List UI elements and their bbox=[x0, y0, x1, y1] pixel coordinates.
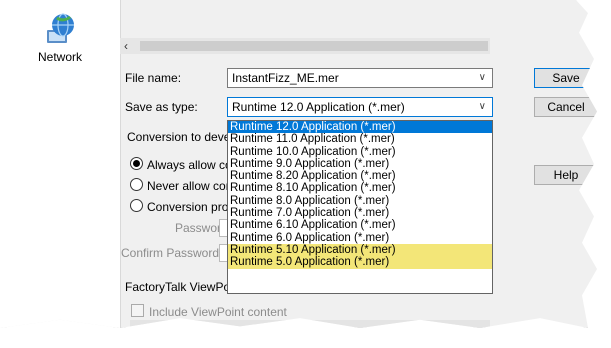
include-viewpoint-label: Include ViewPoint content bbox=[149, 305, 287, 319]
cancel-button[interactable]: Cancel bbox=[534, 97, 597, 117]
dropdown-option[interactable]: Runtime 6.0 Application (*.mer) bbox=[228, 232, 492, 244]
dropdown-option[interactable]: Runtime 8.10 Application (*.mer) bbox=[228, 182, 492, 194]
file-name-label: File name: bbox=[125, 71, 182, 85]
dropdown-option[interactable]: Runtime 5.0 Application (*.mer) bbox=[228, 256, 492, 269]
list-area bbox=[130, 320, 490, 328]
chevron-down-icon[interactable]: ∨ bbox=[479, 101, 486, 112]
confirm-password-label: Confirm Password: bbox=[121, 246, 223, 260]
dropdown-option[interactable]: Runtime 7.0 Application (*.mer) bbox=[228, 207, 492, 219]
dropdown-option[interactable]: Runtime 11.0 Application (*.mer) bbox=[228, 133, 492, 145]
radio-conversion-protected[interactable]: Conversion prot bbox=[130, 199, 232, 214]
save-button[interactable]: Save bbox=[534, 68, 597, 88]
scroll-thumb[interactable] bbox=[140, 41, 488, 51]
dropdown-option[interactable]: Runtime 8.20 Application (*.mer) bbox=[228, 170, 492, 182]
dropdown-option[interactable]: Runtime 12.0 Application (*.mer) bbox=[228, 121, 492, 134]
include-viewpoint-checkbox[interactable]: Include ViewPoint content bbox=[131, 304, 287, 319]
file-name-value: InstantFizz_ME.mer bbox=[232, 71, 339, 85]
chevron-down-icon[interactable]: ∨ bbox=[479, 72, 486, 83]
places-pane: Network bbox=[0, 0, 121, 328]
dropdown-option[interactable]: Runtime 10.0 Application (*.mer) bbox=[228, 146, 492, 158]
radio-icon bbox=[130, 199, 143, 212]
dropdown-option[interactable]: Runtime 6.10 Application (*.mer) bbox=[228, 219, 492, 231]
radio-label: Never allow cor bbox=[147, 179, 230, 193]
save-as-type-dropdown-list[interactable]: Runtime 12.0 Application (*.mer) Runtime… bbox=[227, 120, 493, 294]
viewpoint-group-label: FactoryTalk ViewPo bbox=[125, 280, 231, 294]
network-globe-icon bbox=[47, 13, 74, 43]
dropdown-option[interactable]: Runtime 8.0 Application (*.mer) bbox=[228, 195, 492, 207]
network-label: Network bbox=[37, 50, 82, 64]
radio-label: Conversion prot bbox=[147, 200, 232, 214]
horizontal-scrollbar[interactable]: ‹ bbox=[120, 38, 490, 54]
radio-label: Always allow co bbox=[147, 158, 232, 172]
help-button[interactable]: Help bbox=[534, 165, 597, 185]
network-place[interactable]: Network bbox=[28, 12, 92, 64]
save-as-type-value: Runtime 12.0 Application (*.mer) bbox=[232, 100, 405, 114]
radio-icon bbox=[130, 178, 143, 191]
radio-selected-icon bbox=[130, 157, 143, 170]
save-as-dialog: Network ‹ File name: InstantFizz_ME.mer … bbox=[0, 0, 597, 328]
radio-never-allow[interactable]: Never allow cor bbox=[130, 178, 230, 193]
conversion-group-label: Conversion to deve bbox=[127, 130, 231, 144]
scroll-left-icon[interactable]: ‹ bbox=[124, 39, 128, 53]
file-name-field[interactable]: InstantFizz_ME.mer ∨ bbox=[227, 68, 493, 88]
save-as-type-select[interactable]: Runtime 12.0 Application (*.mer) ∨ bbox=[227, 97, 493, 117]
dropdown-option[interactable]: Runtime 9.0 Application (*.mer) bbox=[228, 158, 492, 170]
dropdown-option[interactable]: Runtime 5.10 Application (*.mer) bbox=[228, 243, 492, 257]
radio-always-allow[interactable]: Always allow co bbox=[130, 157, 232, 172]
save-as-type-label: Save as type: bbox=[125, 100, 198, 114]
checkbox-icon bbox=[131, 304, 144, 317]
